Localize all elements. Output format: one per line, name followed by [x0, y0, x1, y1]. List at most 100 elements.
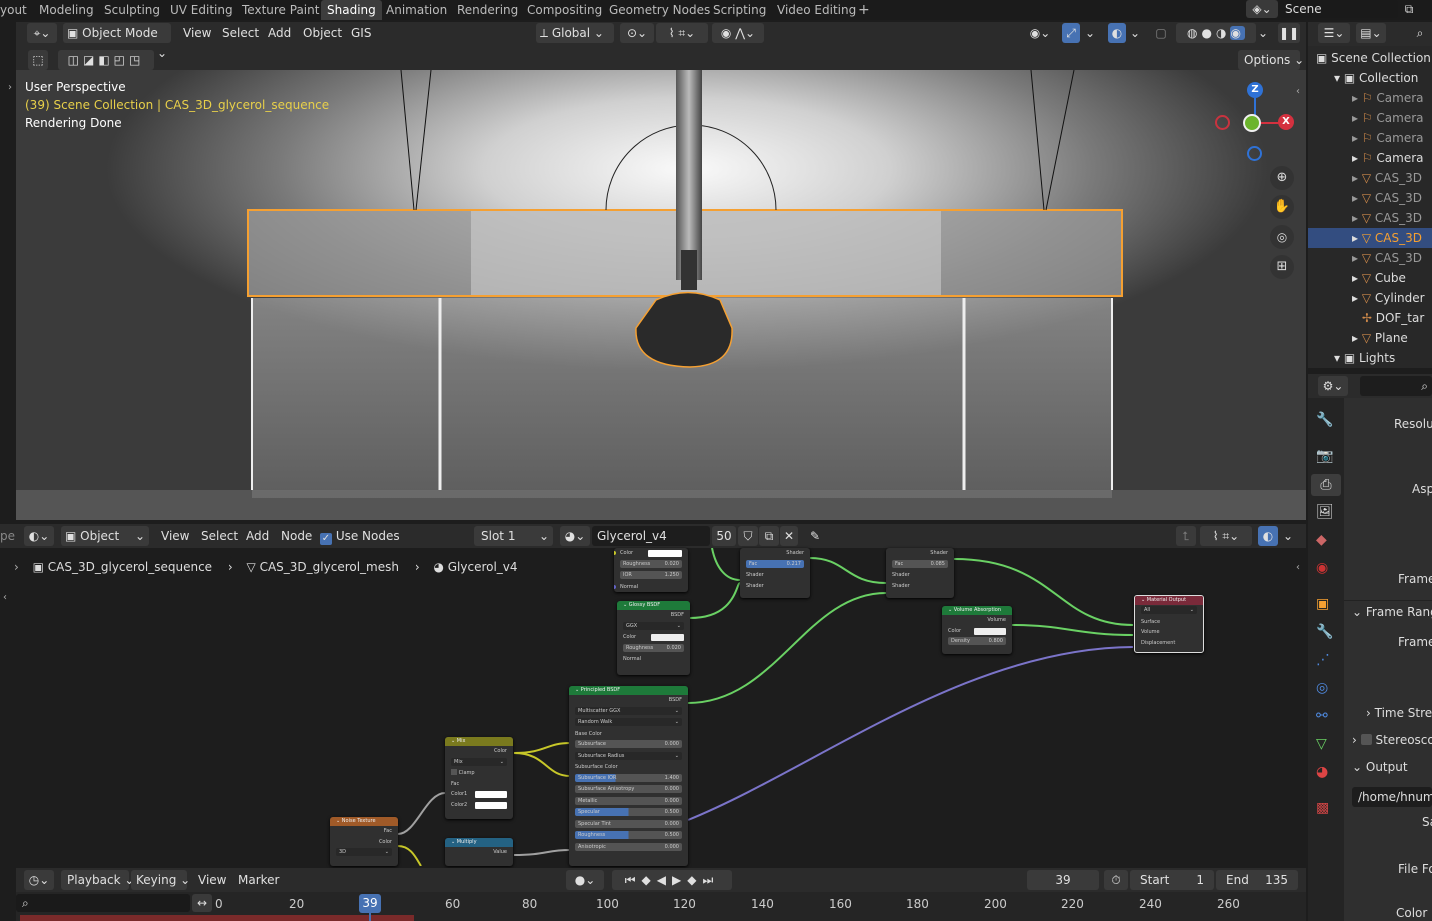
keying-menu[interactable]: Keying ⌄: [131, 870, 190, 890]
node-partial-shader[interactable]: Color Roughness 0.020 IOR 1.250 Normal: [614, 548, 688, 592]
expand-icon[interactable]: ▸: [1352, 271, 1362, 285]
scene-selector-icon[interactable]: ◈⌄: [1246, 0, 1278, 18]
display-mode-icon[interactable]: ▤⌄: [1356, 23, 1386, 43]
prev-keyframe-icon[interactable]: ◆: [642, 873, 657, 887]
next-keyframe-icon[interactable]: ◆: [687, 873, 702, 887]
node-mix-rgb[interactable]: ⌄ Mix Color Mix ⌄ Clamp Fac Color1 Color2: [445, 737, 513, 819]
gizmo-z-axis[interactable]: Z: [1247, 82, 1263, 98]
distribution-dropdown[interactable]: GGX ⌄: [623, 621, 684, 630]
expand-icon[interactable]: ▸: [1352, 91, 1362, 105]
density-field[interactable]: Density 0.800: [948, 637, 1006, 645]
use-nodes-checkbox[interactable]: ✓: [320, 533, 332, 545]
color-swatch[interactable]: [974, 627, 1006, 635]
stereoscopy-checkbox[interactable]: [1360, 734, 1372, 745]
roughness-field[interactable]: Roughness 0.020: [623, 643, 684, 652]
pause-render-icon[interactable]: ❚❚: [1278, 23, 1300, 43]
xray-icon[interactable]: ▢: [1152, 23, 1170, 43]
play-icon[interactable]: ▶: [672, 873, 687, 887]
select-box-icon[interactable]: ⬚: [28, 50, 48, 70]
timeline-menu-view[interactable]: View: [198, 870, 226, 890]
tab-modeling[interactable]: Modeling: [39, 0, 94, 20]
properties-search-icon[interactable]: ⌕: [1360, 376, 1432, 396]
unlink-material-icon[interactable]: ✕: [780, 526, 798, 546]
overlay-dropdown-icon[interactable]: ⌄: [1128, 23, 1142, 43]
roughness-field[interactable]: Roughness 0.020: [620, 559, 682, 568]
node-snap-icon[interactable]: ⌇ ⌗⌄: [1200, 526, 1252, 546]
roughness-field[interactable]: Roughness 0.500: [575, 831, 682, 839]
solid-icon[interactable]: ●: [1202, 26, 1216, 40]
subsurface-ior-field[interactable]: Subsurface IOR 1.400: [575, 773, 682, 782]
blend-mode-dropdown[interactable]: Mix ⌄: [451, 757, 507, 766]
outliner-item[interactable]: ▸ ▽ CAS_3D: [1308, 188, 1432, 208]
tab-video-editing[interactable]: Video Editing: [777, 0, 856, 20]
world-tab-icon[interactable]: ◉: [1316, 560, 1328, 576]
camera-view-icon[interactable]: ◎: [1270, 225, 1294, 249]
data-tab-icon[interactable]: ▽: [1316, 736, 1327, 752]
options-dropdown[interactable]: Options ⌄: [1238, 50, 1304, 70]
outliner-editor-icon[interactable]: ☰⌄: [1318, 23, 1350, 43]
dimensions-dropdown[interactable]: 3D ⌄: [336, 848, 392, 856]
node-volume-absorption[interactable]: ⌄ Volume Absorption Volume Color Density…: [942, 606, 1012, 654]
overlay-toggle-icon[interactable]: ◐: [1108, 23, 1126, 43]
expand-icon[interactable]: ▸: [1352, 171, 1362, 185]
subsurface-anisotropy-field[interactable]: Subsurface Anisotropy 0.000: [575, 785, 682, 793]
outliner-item[interactable]: ▸ ▽ CAS_3D: [1308, 168, 1432, 188]
metallic-field[interactable]: Metallic 0.000: [575, 796, 682, 805]
playback-menu[interactable]: Playback ⌄: [61, 870, 134, 890]
jump-end-icon[interactable]: ⏭: [702, 873, 719, 887]
socket-icon[interactable]: [614, 551, 616, 555]
color-swatch[interactable]: [475, 791, 507, 798]
output-path-field[interactable]: /home/hnum/C: [1352, 787, 1432, 807]
expand-icon[interactable]: ▸: [1352, 131, 1362, 145]
gizmo-toggle-icon[interactable]: ⤢: [1062, 23, 1080, 43]
gizmo-x-axis[interactable]: X: [1278, 114, 1294, 130]
duplicate-material-icon[interactable]: ⧉: [759, 526, 779, 546]
texture-tab-icon[interactable]: ▩: [1316, 800, 1329, 816]
use-nodes-toggle[interactable]: ✓ Use Nodes: [320, 526, 400, 546]
material-name-field[interactable]: Glycerol_v4: [592, 526, 710, 546]
specular-tint-field[interactable]: Specular Tint 0.000: [575, 819, 682, 828]
selection-mode-icons[interactable]: ◫◪◧◰◳: [58, 50, 154, 70]
node-menu-add[interactable]: Add: [246, 526, 269, 546]
pan-hand-icon[interactable]: ✋: [1270, 195, 1294, 219]
playback-controls[interactable]: ⏮◆◀▶◆⏭: [612, 870, 732, 890]
toolbar-expand-icon[interactable]: ›: [8, 82, 12, 93]
parent-node-tree-icon[interactable]: ⮤: [1176, 526, 1196, 546]
node-math-multiply[interactable]: ⌄ Multiply Value: [445, 838, 513, 866]
record-icon[interactable]: ●⌄: [566, 870, 604, 890]
ortho-grid-icon[interactable]: ⊞: [1270, 255, 1294, 279]
particles-tab-icon[interactable]: ⋰: [1316, 652, 1330, 668]
node-menu-view[interactable]: View: [161, 526, 189, 546]
tab-animation[interactable]: Animation: [386, 0, 447, 20]
current-frame-field[interactable]: 39: [1027, 870, 1099, 890]
node-toolbar-expand-icon[interactable]: ‹: [3, 592, 7, 603]
play-reverse-icon[interactable]: ◀: [657, 873, 672, 887]
anisotropic-field[interactable]: Anisotropic 0.000: [575, 842, 682, 851]
modifier-tab-icon[interactable]: 🔧: [1316, 624, 1333, 640]
specular-field[interactable]: Specular 0.500: [575, 808, 682, 816]
timeline-editor-icon[interactable]: ◷⌄: [24, 870, 54, 890]
swap-range-icon[interactable]: ↔: [192, 894, 212, 912]
node-sidebar-expand-icon[interactable]: ‹: [1296, 562, 1300, 573]
scene-tab-icon[interactable]: ◆: [1316, 532, 1327, 548]
node-overlay-dropdown-icon[interactable]: ⌄: [1280, 526, 1296, 546]
node-mix-shader-2[interactable]: Shader Fac 0.085 Shader Shader: [886, 548, 954, 598]
outliner-item[interactable]: ▸ ⚐ Camera: [1308, 148, 1432, 168]
breadcrumb-mesh[interactable]: CAS_3D_glycerol_mesh: [260, 560, 399, 574]
tab-uv-editing[interactable]: UV Editing: [170, 0, 233, 20]
outliner-item[interactable]: ▸ ⚐ Camera: [1308, 128, 1432, 148]
fac-field[interactable]: Fac 0.217: [746, 559, 804, 568]
wireframe-icon[interactable]: ◍: [1187, 26, 1201, 40]
color-swatch[interactable]: [651, 634, 684, 641]
outliner-item[interactable]: ▸ ⚐ Camera: [1308, 108, 1432, 128]
tab-shading[interactable]: Shading: [321, 0, 382, 20]
expand-icon[interactable]: ▸: [1352, 251, 1362, 265]
menu-select[interactable]: Select: [222, 23, 259, 43]
material-icon[interactable]: ◑: [1216, 26, 1230, 40]
stereoscopy-panel[interactable]: › Stereoscop: [1352, 733, 1432, 747]
expand-icon[interactable]: ▸: [1352, 291, 1362, 305]
distribution-dropdown[interactable]: Multiscatter GGX ⌄: [575, 706, 682, 715]
view-layer-tab-icon[interactable]: 🖼: [1316, 504, 1334, 520]
mode-selector[interactable]: ▣ Object Mode ⌄: [63, 23, 171, 60]
outliner-collection[interactable]: ▾ ▣ Collection: [1308, 68, 1432, 88]
